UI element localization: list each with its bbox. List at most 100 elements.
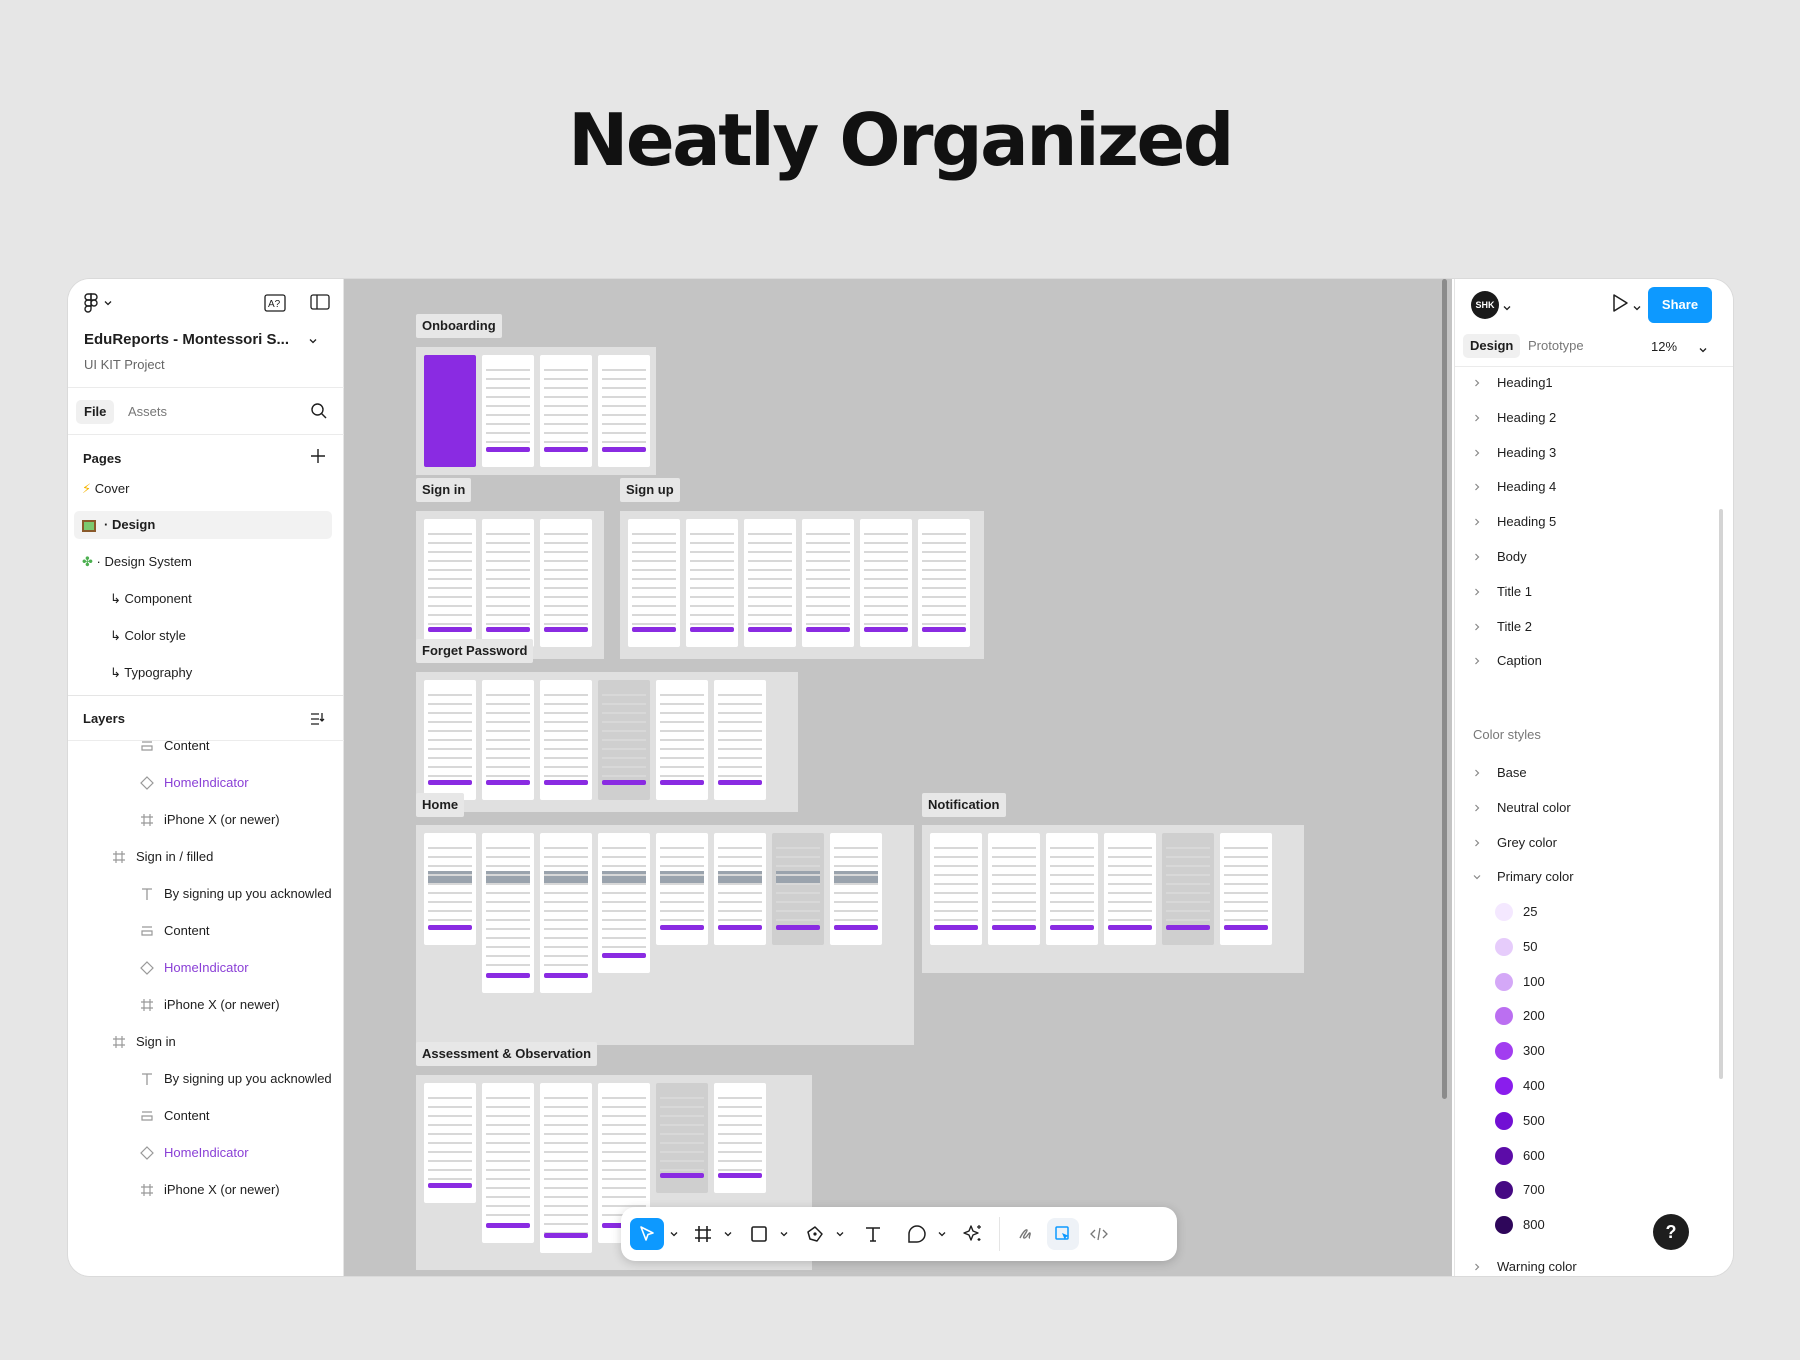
screen-thumbnail[interactable] — [1104, 833, 1156, 945]
section-onboarding[interactable] — [416, 347, 656, 475]
screen-thumbnail[interactable] — [686, 519, 738, 647]
color-swatch[interactable] — [1495, 1111, 1513, 1130]
color-swatch[interactable] — [1495, 1181, 1513, 1200]
section-label-sign-in[interactable]: Sign in — [416, 478, 472, 502]
screen-thumbnail[interactable] — [424, 680, 476, 800]
color-swatch[interactable] — [1495, 903, 1513, 921]
screen-thumbnail[interactable] — [598, 680, 650, 800]
ai-tool[interactable] — [959, 1218, 987, 1250]
section-label-onboarding[interactable]: Onboarding — [416, 314, 502, 338]
screen-thumbnail[interactable] — [424, 833, 476, 945]
screen-thumbnail[interactable] — [860, 519, 912, 647]
chevron-down-icon[interactable] — [1699, 341, 1707, 359]
section-label-assessment[interactable]: Assessment & Observation — [416, 1042, 598, 1066]
move-tool-menu[interactable] — [667, 1218, 681, 1250]
add-page-icon[interactable] — [310, 448, 326, 469]
screen-thumbnail[interactable] — [424, 355, 476, 467]
screen-thumbnail[interactable] — [830, 833, 882, 945]
screen-thumbnail[interactable] — [714, 833, 766, 945]
color-swatch[interactable] — [1495, 937, 1513, 956]
screen-thumbnail[interactable] — [540, 833, 592, 993]
screen-thumbnail[interactable] — [1046, 833, 1098, 945]
screen-thumbnail[interactable] — [714, 680, 766, 800]
frame-tool[interactable] — [689, 1218, 717, 1250]
avatar[interactable]: SHK — [1471, 291, 1499, 319]
right-scrollbar[interactable] — [1719, 509, 1723, 1079]
section-sign-up[interactable] — [620, 511, 984, 659]
tab-design[interactable]: Design — [1463, 334, 1521, 358]
section-label-forget-password[interactable]: Forget Password — [416, 639, 534, 663]
draw-mode[interactable] — [1011, 1218, 1043, 1250]
color-swatch[interactable] — [1495, 1042, 1513, 1061]
color-swatch[interactable] — [1495, 1077, 1513, 1095]
comment-tool-menu[interactable] — [935, 1218, 949, 1250]
screen-thumbnail[interactable] — [656, 680, 708, 800]
frame-tool-menu[interactable] — [721, 1218, 735, 1250]
screen-thumbnail[interactable] — [482, 1083, 534, 1243]
section-notification[interactable] — [922, 825, 1304, 973]
tab-prototype[interactable]: Prototype — [1521, 334, 1591, 358]
screen-thumbnail[interactable] — [918, 519, 970, 647]
screen-thumbnail[interactable] — [482, 680, 534, 800]
screen-thumbnail[interactable] — [802, 519, 854, 647]
pen-tool-menu[interactable] — [833, 1218, 847, 1250]
dev-mode[interactable] — [1083, 1218, 1115, 1250]
screen-thumbnail[interactable] — [930, 833, 982, 945]
screen-thumbnail[interactable] — [772, 833, 824, 945]
comment-tool[interactable] — [903, 1218, 931, 1250]
screen-thumbnail[interactable] — [1220, 833, 1272, 945]
screen-thumbnail[interactable] — [482, 519, 534, 647]
page-item-color-style[interactable]: ↳ Color style — [74, 622, 332, 650]
chevron-down-icon[interactable] — [308, 333, 318, 351]
ai-text-icon[interactable]: A? — [264, 293, 286, 318]
tab-assets[interactable]: Assets — [120, 400, 175, 424]
layers-list-icon[interactable] — [310, 711, 326, 732]
screen-thumbnail[interactable] — [628, 519, 680, 647]
section-label-sign-up[interactable]: Sign up — [620, 478, 680, 502]
screen-thumbnail[interactable] — [424, 519, 476, 647]
figma-menu-button[interactable] — [84, 293, 112, 313]
screen-thumbnail[interactable] — [714, 1083, 766, 1193]
screen-thumbnail[interactable] — [540, 519, 592, 647]
canvas[interactable]: Onboarding Sign in Sign up Forget Passwo… — [344, 279, 1452, 1276]
screen-thumbnail[interactable] — [656, 833, 708, 945]
page-item-design-system[interactable]: ✤ · Design System — [74, 548, 332, 576]
help-button[interactable]: ? — [1653, 1214, 1689, 1250]
color-swatch[interactable] — [1495, 1216, 1513, 1235]
text-tool[interactable] — [859, 1218, 887, 1250]
shape-tool-menu[interactable] — [777, 1218, 791, 1250]
search-icon[interactable] — [310, 402, 328, 425]
screen-thumbnail[interactable] — [656, 1083, 708, 1193]
screen-thumbnail[interactable] — [988, 833, 1040, 945]
color-swatch[interactable] — [1495, 1007, 1513, 1026]
screen-thumbnail[interactable] — [482, 833, 534, 993]
screen-thumbnail[interactable] — [1162, 833, 1214, 945]
screen-thumbnail[interactable] — [540, 1083, 592, 1253]
section-label-home[interactable]: Home — [416, 793, 465, 817]
section-home[interactable] — [416, 825, 914, 1045]
file-title[interactable]: EduReports - Montessori S... — [84, 331, 289, 348]
share-button[interactable]: Share — [1648, 287, 1712, 323]
screen-thumbnail[interactable] — [540, 355, 592, 467]
chevron-down-icon[interactable] — [1633, 299, 1641, 317]
color-swatch[interactable] — [1495, 972, 1513, 991]
section-label-notification[interactable]: Notification — [922, 793, 1006, 817]
panel-toggle-icon[interactable] — [310, 293, 330, 316]
page-item-design[interactable]: · Design — [74, 511, 332, 539]
chevron-down-icon[interactable] — [1503, 299, 1511, 317]
screen-thumbnail[interactable] — [598, 355, 650, 467]
rectangle-tool[interactable] — [745, 1218, 773, 1250]
zoom-level[interactable]: 12% — [1651, 335, 1677, 359]
screen-thumbnail[interactable] — [540, 680, 592, 800]
page-item-typography[interactable]: ↳ Typography — [74, 659, 332, 687]
section-forget-password[interactable] — [416, 672, 798, 812]
section-sign-in[interactable] — [416, 511, 604, 659]
screen-thumbnail[interactable] — [482, 355, 534, 467]
screen-thumbnail[interactable] — [598, 833, 650, 973]
move-tool[interactable] — [630, 1218, 664, 1250]
pen-tool[interactable] — [801, 1218, 829, 1250]
design-mode[interactable] — [1047, 1218, 1079, 1250]
screen-thumbnail[interactable] — [744, 519, 796, 647]
page-item-component[interactable]: ↳ Component — [74, 585, 332, 613]
page-item-cover[interactable]: ⚡ Cover — [74, 475, 332, 503]
